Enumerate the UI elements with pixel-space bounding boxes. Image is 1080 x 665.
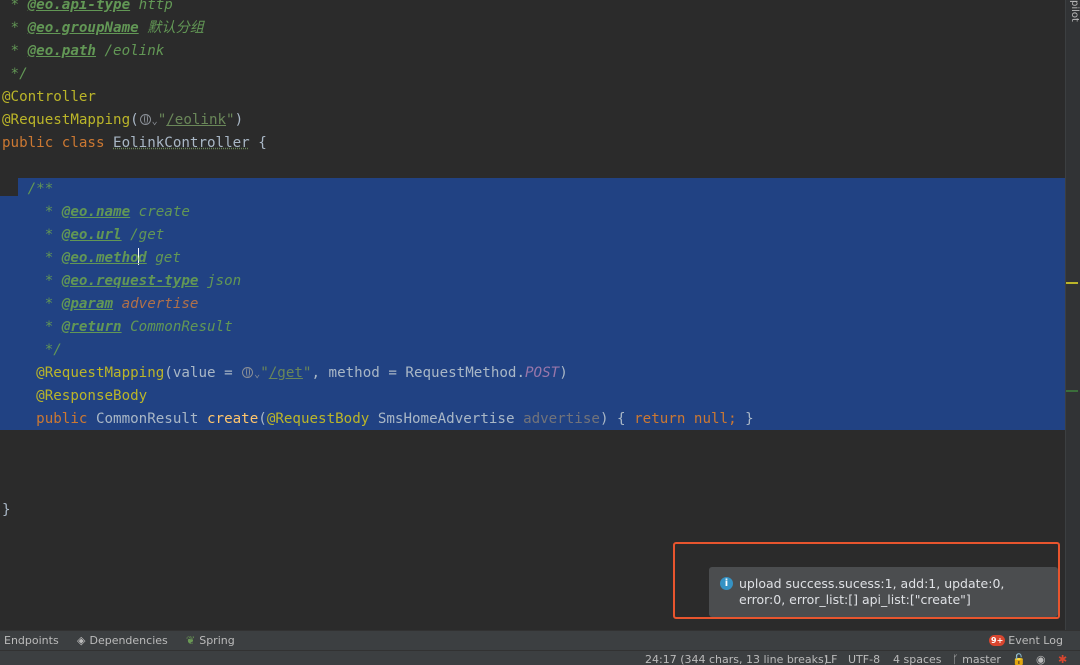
code-line[interactable]: * @eo.groupName 默认分组 xyxy=(2,17,204,40)
inspector-icon[interactable]: ◉ xyxy=(1036,653,1046,665)
code-line[interactable]: } xyxy=(2,499,11,522)
bug-icon[interactable]: ✱ xyxy=(1058,653,1067,665)
side-panel-label[interactable]: pilot xyxy=(1066,0,1080,22)
leaf-icon: ❦ xyxy=(186,634,196,647)
code-line[interactable]: * @eo.path /eolink xyxy=(2,40,165,63)
globe-icon[interactable] xyxy=(242,367,254,378)
indent-setting[interactable]: 4 spaces xyxy=(893,653,942,665)
status-bar: 24:17 (344 chars, 13 line breaks) LF UTF… xyxy=(0,650,1080,665)
code-line[interactable]: /** xyxy=(2,178,54,201)
code-line[interactable]: * @eo.api-type http xyxy=(2,0,173,17)
scroll-marker[interactable] xyxy=(1066,282,1078,284)
vertical-scrollbar[interactable]: pilot xyxy=(1065,0,1080,630)
code-line[interactable]: * @eo.method get xyxy=(2,247,181,270)
code-line[interactable]: * @eo.url /get xyxy=(2,224,165,247)
globe-icon[interactable] xyxy=(139,114,151,125)
endpoints-tab[interactable]: Endpoints xyxy=(4,633,59,648)
dependencies-tab[interactable]: ◈ Dependencies xyxy=(77,633,168,648)
caret-position[interactable]: 24:17 (344 chars, 13 line breaks) xyxy=(645,653,828,665)
git-branch[interactable]: ᚴ master xyxy=(952,653,1001,665)
code-line[interactable]: @ResponseBody xyxy=(2,385,147,408)
scroll-marker[interactable] xyxy=(1066,390,1078,392)
code-line[interactable]: public class EolinkController { xyxy=(2,132,267,155)
branch-icon: ᚴ xyxy=(952,653,963,665)
code-line[interactable]: @Controller xyxy=(2,86,96,109)
file-encoding[interactable]: UTF-8 xyxy=(848,653,880,665)
code-editor[interactable]: * @eo.api-type http * @eo.groupName 默认分组… xyxy=(0,0,1066,630)
code-line[interactable]: */ xyxy=(2,339,62,362)
code-line[interactable]: * @return CommonResult xyxy=(2,316,233,339)
spring-tab[interactable]: ❦ Spring xyxy=(186,633,235,648)
code-line[interactable]: @RequestMapping(⌄"/eolink") xyxy=(2,109,243,132)
event-count-badge: 9+ xyxy=(989,635,1006,646)
event-log-tab[interactable]: 9+ Event Log xyxy=(989,633,1063,648)
lock-icon[interactable]: 🔓 xyxy=(1012,653,1026,665)
highlight-box xyxy=(673,542,1060,619)
code-line[interactable]: */ xyxy=(2,63,28,86)
code-line[interactable]: public CommonResult create(@RequestBody … xyxy=(2,408,754,431)
tool-window-bar: Endpoints ◈ Dependencies ❦ Spring 9+ Event … xyxy=(0,630,1080,650)
code-line[interactable]: * @eo.request-type json xyxy=(2,270,241,293)
line-separator[interactable]: LF xyxy=(825,653,837,665)
code-line[interactable]: * @eo.name create xyxy=(2,201,190,224)
layers-icon: ◈ xyxy=(77,634,86,647)
code-line[interactable]: @RequestMapping(value = ⌄"/get", method … xyxy=(2,362,568,385)
code-line[interactable]: * @param advertise xyxy=(2,293,199,316)
